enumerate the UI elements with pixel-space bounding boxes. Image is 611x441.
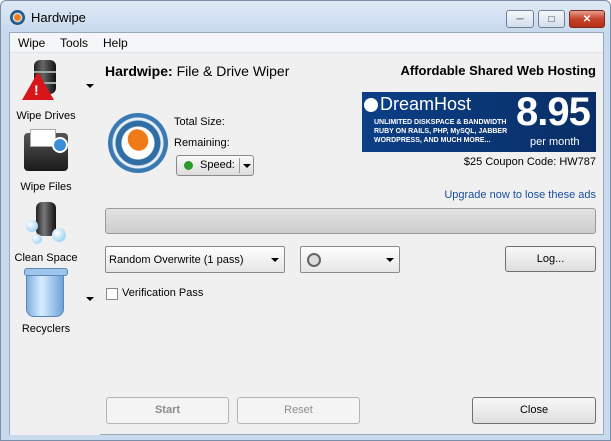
ad-fine-print: UNLIMITED DISKSPACE & BANDWIDTH RUBY ON … (374, 119, 508, 144)
ad-price-period: per month (530, 136, 580, 148)
power-icon (307, 253, 321, 267)
sidebar-item-label: Recyclers (21, 323, 71, 335)
chevron-down-icon (386, 258, 394, 262)
sidebar-item-label: Wipe Files (20, 181, 72, 193)
ad-banner[interactable]: DreamHost UNLIMITED DISKSPACE & BANDWIDT… (362, 92, 596, 152)
files-wipe-icon (24, 129, 68, 171)
log-button[interactable]: Log... (505, 246, 596, 272)
chevron-down-icon (271, 258, 279, 262)
clean-space-icon (26, 202, 66, 246)
progress-bar (105, 208, 596, 234)
sidebar: ! Wipe Drives Wipe Files Clean Space Rec… (10, 54, 100, 435)
speed-gauge-icon (108, 113, 168, 173)
recycle-bin-icon (24, 268, 68, 317)
wipe-method-select[interactable]: Random Overwrite (1 pass) (105, 246, 285, 273)
sidebar-item-wipe-drives[interactable]: ! Wipe Drives (10, 54, 100, 124)
wipe-method-value: Random Overwrite (1 pass) (109, 254, 244, 266)
hard-drive-warning-icon: ! (22, 60, 68, 100)
title-bar: Hardwipe ─ □ ✕ (1, 1, 610, 33)
start-button[interactable]: Start (106, 397, 229, 424)
app-window: Hardwipe ─ □ ✕ Wipe Tools Help ! Wipe Dr… (0, 0, 611, 441)
ad-brand: DreamHost (380, 94, 472, 114)
page-title: Hardwipe: File & Drive Wiper (105, 63, 290, 79)
sidebar-item-label: Wipe Drives (16, 110, 76, 122)
hardwipe-app-icon (10, 10, 25, 25)
minimize-button[interactable]: ─ (506, 10, 534, 28)
chevron-down-icon (243, 164, 251, 168)
menu-bar: Wipe Tools Help (10, 33, 603, 53)
ad-price: 8.95 (516, 92, 591, 134)
after-wipe-action-select[interactable] (300, 246, 400, 273)
window-title: Hardwipe (31, 10, 86, 25)
menu-help[interactable]: Help (103, 36, 128, 50)
total-size-label: Total Size: (174, 116, 225, 128)
checkbox-box[interactable] (106, 288, 118, 300)
chevron-down-icon[interactable] (86, 297, 94, 301)
sidebar-item-label: Clean Space (14, 252, 78, 264)
sidebar-item-wipe-files[interactable]: Wipe Files (10, 125, 100, 195)
close-window-button[interactable]: ✕ (569, 10, 605, 28)
reset-button[interactable]: Reset (237, 397, 360, 424)
close-button[interactable]: Close (472, 397, 596, 424)
sidebar-item-recyclers[interactable]: Recyclers (10, 267, 100, 337)
maximize-button[interactable]: □ (538, 10, 565, 28)
client-area: Wipe Tools Help ! Wipe Drives Wipe Files (9, 32, 604, 435)
menu-tools[interactable]: Tools (60, 36, 88, 50)
verification-pass-label: Verification Pass (122, 287, 204, 299)
menu-wipe[interactable]: Wipe (18, 36, 45, 50)
remaining-label: Remaining: (174, 137, 230, 149)
dreamhost-logo-icon (364, 98, 378, 112)
coupon-code: $25 Coupon Code: HW787 (463, 156, 596, 168)
upgrade-link[interactable]: Upgrade now to lose these ads (370, 189, 596, 201)
speed-dropdown[interactable]: Speed: (176, 155, 254, 176)
ad-heading: Affordable Shared Web Hosting (400, 63, 597, 78)
chevron-down-icon[interactable] (86, 84, 94, 88)
speed-label: Speed: (200, 159, 235, 171)
status-dot-icon (184, 161, 193, 170)
sidebar-item-clean-space[interactable]: Clean Space (10, 196, 100, 266)
